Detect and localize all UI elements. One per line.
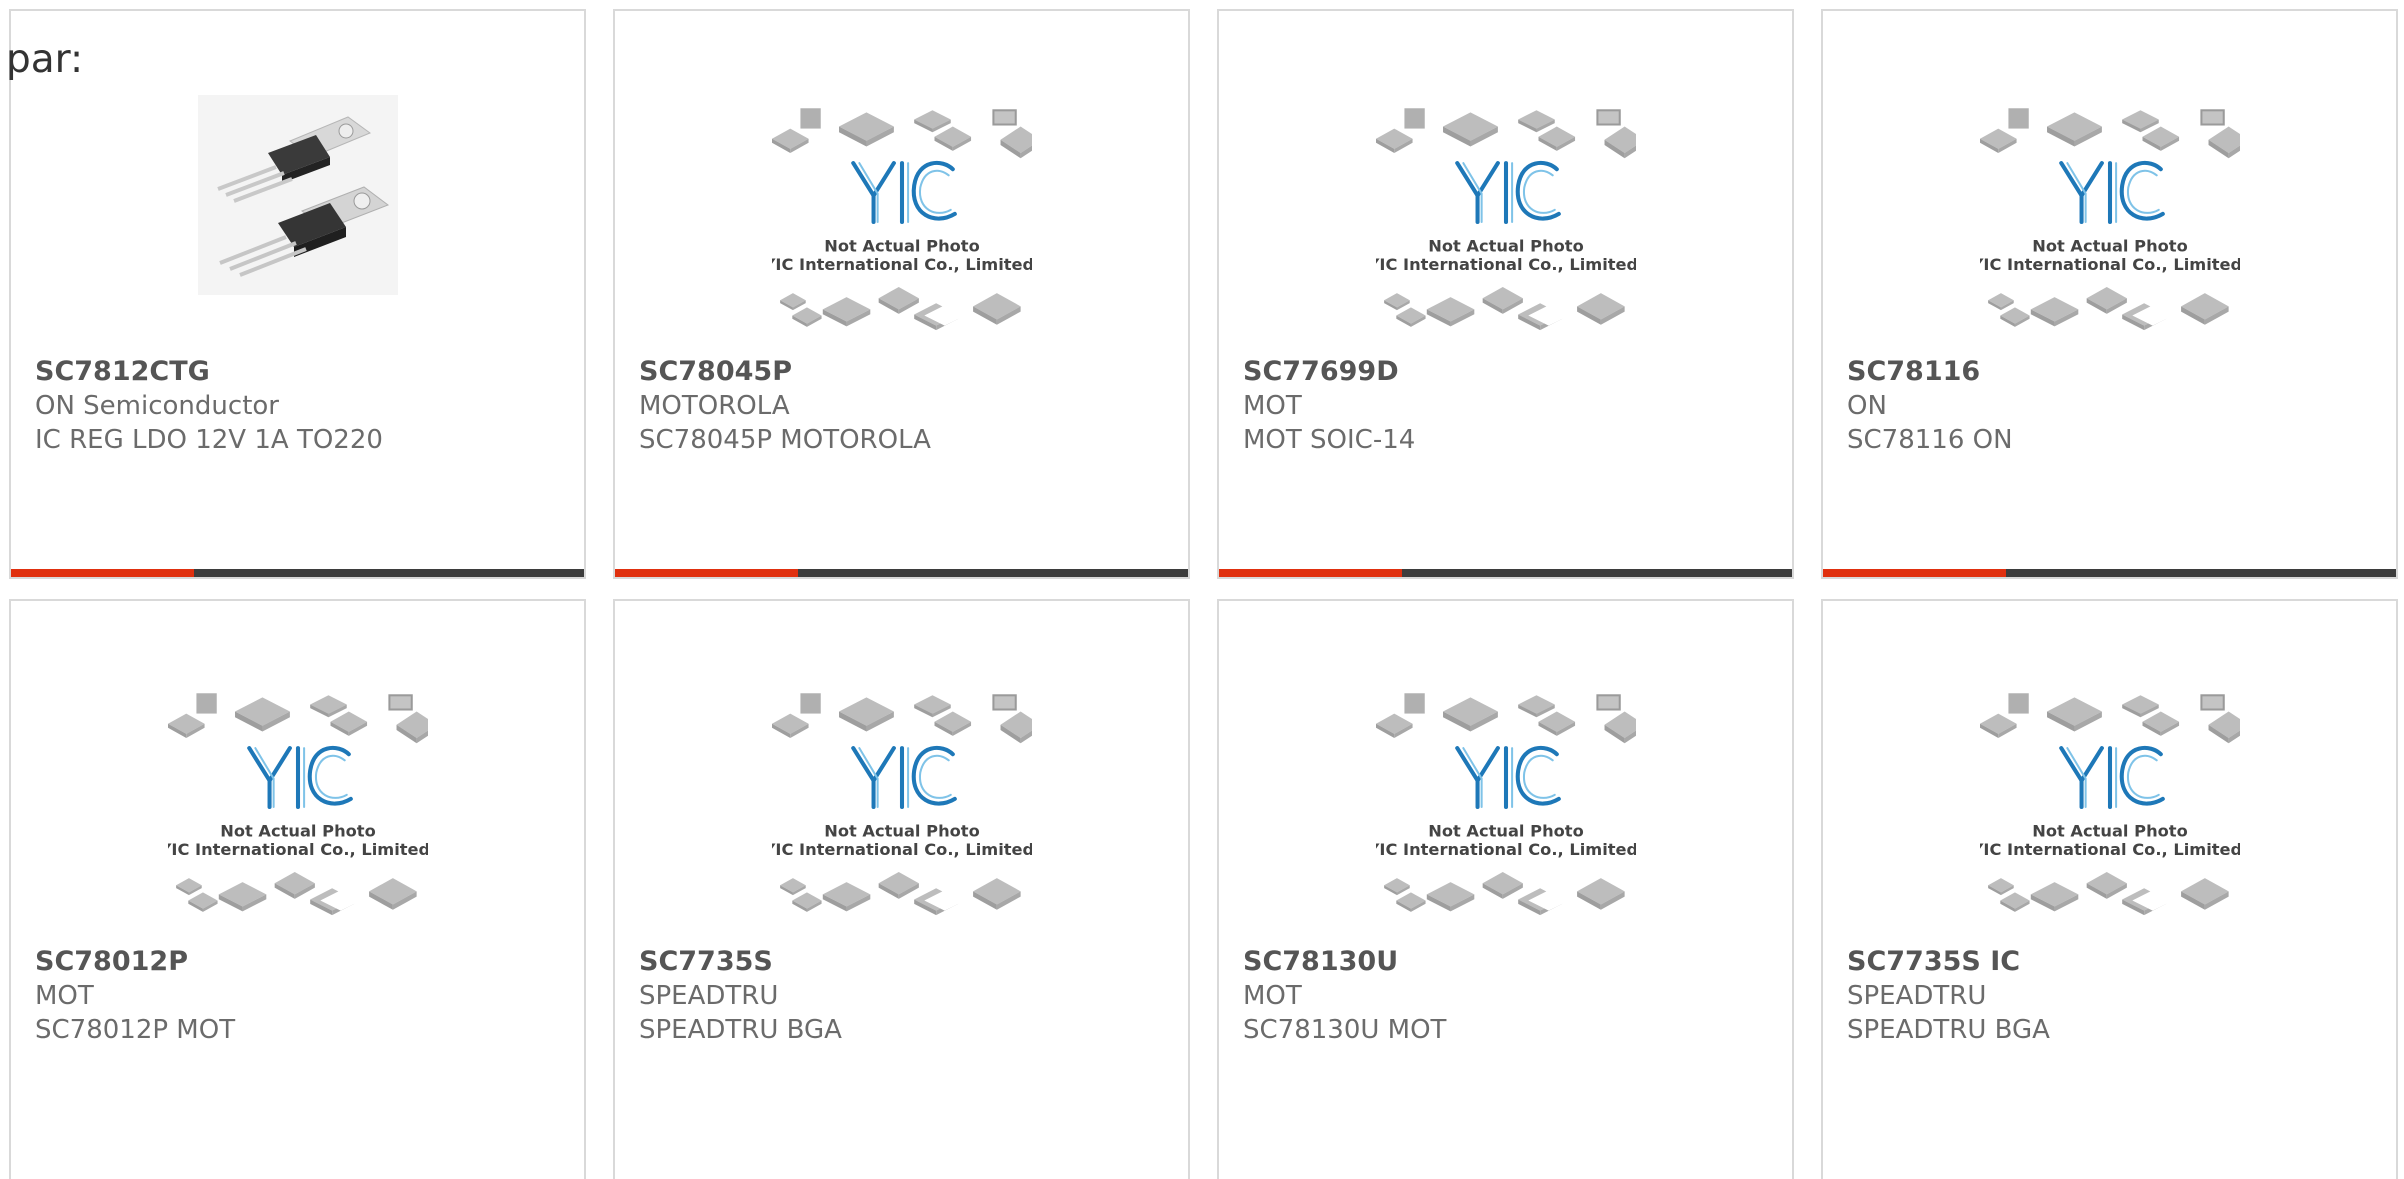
product-info: SC7812CTG ON Semiconductor IC REG LDO 12V … [35,355,564,457]
product-card[interactable]: SC7735S SPEADTRU SPEADTRU BGA [613,599,1190,1179]
part-number-link[interactable]: SC7735S IC [1847,945,2376,979]
section-label: par: [6,37,84,82]
card-accent-bar [615,569,1188,577]
description: SC78130U MOT [1243,1015,1447,1045]
description: SPEADTRU BGA [639,1015,842,1045]
placeholder-image[interactable] [615,651,1188,941]
product-card[interactable]: SC7812CTG ON Semiconductor IC REG LDO 12V … [9,9,586,579]
accent-segment [11,569,194,577]
manufacturer: MOT [1243,981,1302,1011]
part-number-link[interactable]: SC78130U [1243,945,1772,979]
card-accent-bar [1219,569,1792,577]
placeholder-image[interactable] [1823,61,2396,351]
description: SC78012P MOT [35,1015,236,1045]
product-grid: SC7812CTG ON Semiconductor IC REG LDO 12V … [0,0,2404,1179]
part-number-link[interactable]: SC78116 [1847,355,2376,389]
product-card[interactable]: SC78012P MOT SC78012P MOT [9,599,586,1179]
manufacturer: MOT [1243,391,1302,421]
product-image[interactable] [11,61,584,351]
part-number-link[interactable]: SC77699D [1243,355,1772,389]
product-info: SC78116 ON SC78116 ON [1847,355,2376,457]
description: SC78116 ON [1847,425,2013,455]
manufacturer: MOT [35,981,94,1011]
product-card[interactable]: SC78116 ON SC78116 ON [1821,9,2398,579]
manufacturer: ON [1847,391,1887,421]
product-card[interactable]: SC77699D MOT MOT SOIC-14 [1217,9,1794,579]
product-info: SC78130U MOT SC78130U MOT [1243,945,1772,1047]
product-info: SC77699D MOT MOT SOIC-14 [1243,355,1772,457]
product-info: SC78045P MOTOROLA SC78045P MOTOROLA [639,355,1168,457]
product-info: SC7735S SPEADTRU SPEADTRU BGA [639,945,1168,1047]
placeholder-image[interactable] [11,651,584,941]
placeholder-image[interactable] [615,61,1188,351]
placeholder-image[interactable] [1219,651,1792,941]
accent-segment [615,569,798,577]
accent-segment [1219,569,1402,577]
product-card[interactable]: SC78130U MOT SC78130U MOT [1217,599,1794,1179]
description: IC REG LDO 12V 1A TO220 [35,425,383,455]
card-accent-bar [11,569,584,577]
manufacturer: SPEADTRU [639,981,779,1011]
description: SPEADTRU BGA [1847,1015,2050,1045]
manufacturer: MOTOROLA [639,391,790,421]
part-number-link[interactable]: SC7812CTG [35,355,564,389]
part-number-link[interactable]: SC78012P [35,945,564,979]
part-number-link[interactable]: SC78045P [639,355,1168,389]
placeholder-image[interactable] [1219,61,1792,351]
placeholder-image[interactable] [1823,651,2396,941]
description: SC78045P MOTOROLA [639,425,931,455]
manufacturer: ON Semiconductor [35,391,279,421]
manufacturer: SPEADTRU [1847,981,1987,1011]
description: MOT SOIC-14 [1243,425,1416,455]
product-card[interactable]: SC7735S IC SPEADTRU SPEADTRU BGA [1821,599,2398,1179]
accent-segment [1823,569,2006,577]
card-accent-bar [1823,569,2396,577]
product-card[interactable]: SC78045P MOTOROLA SC78045P MOTOROLA [613,9,1190,579]
product-info: SC78012P MOT SC78012P MOT [35,945,564,1047]
part-number-link[interactable]: SC7735S [639,945,1168,979]
product-info: SC7735S IC SPEADTRU SPEADTRU BGA [1847,945,2376,1047]
